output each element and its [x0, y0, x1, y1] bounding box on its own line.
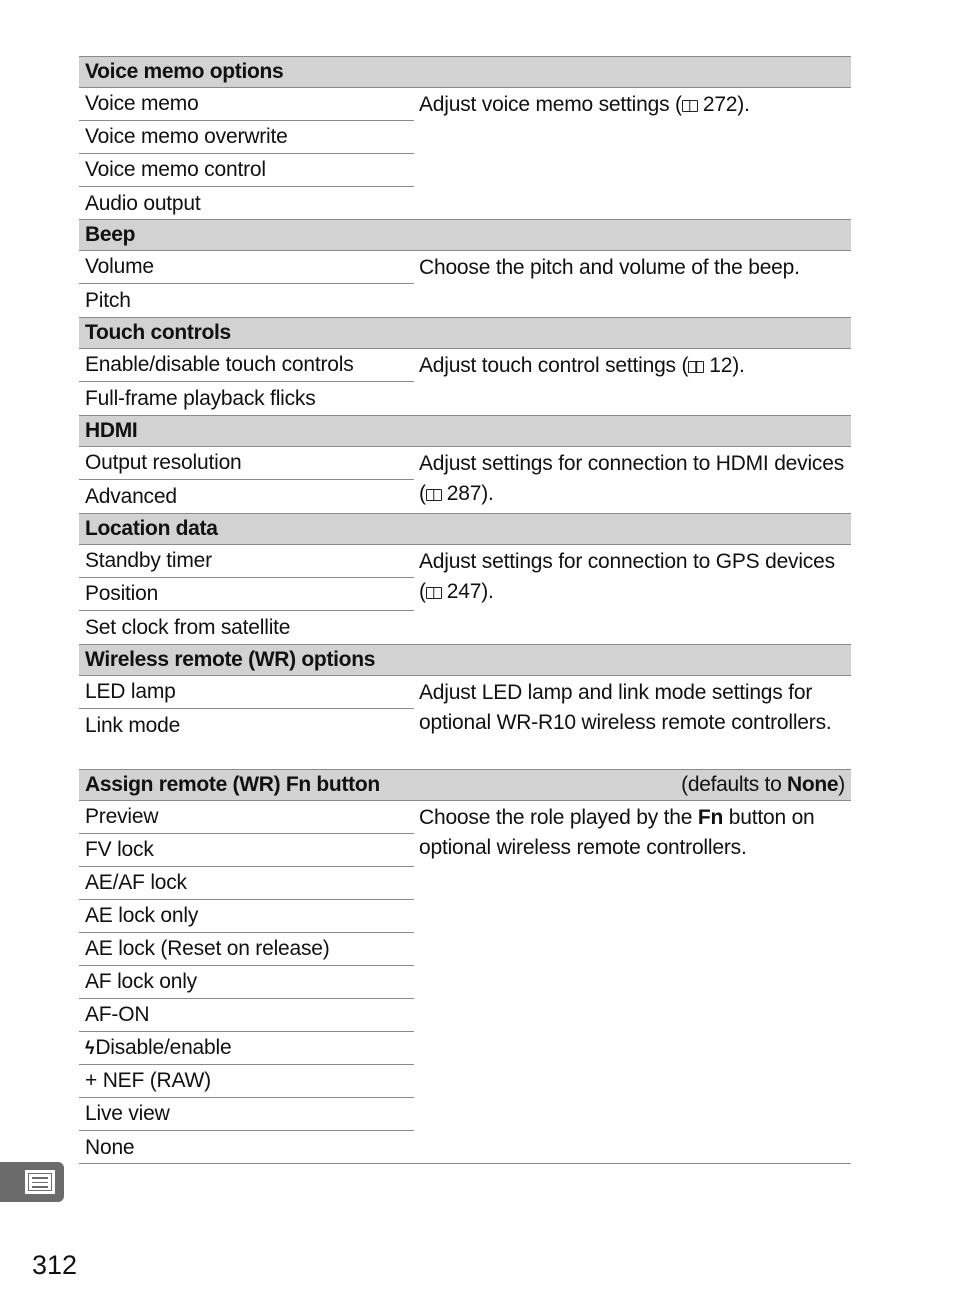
flash-icon: ϟ — [85, 1037, 95, 1058]
section-description: Adjust LED lamp and link mode settings f… — [419, 681, 832, 734]
table-row: Enable/disable touch controls — [79, 349, 414, 382]
table-row: Full-frame playback flicks — [85, 386, 316, 410]
table-row: None — [85, 1135, 135, 1159]
book-reference-icon — [425, 587, 442, 599]
page-reference: 247 — [446, 580, 482, 603]
table-row: Standby timer — [79, 545, 414, 578]
table-row: Voice memo overwrite — [79, 121, 414, 154]
table-row: AF-ON — [79, 999, 414, 1032]
section-title: Location data — [85, 517, 218, 540]
table-row: + NEF (RAW) — [79, 1065, 414, 1098]
section-body: Voice memo Voice memo overwrite Voice me… — [79, 88, 851, 219]
page-reference: 287 — [446, 482, 482, 505]
book-reference-icon — [425, 489, 442, 501]
section-header-voice-memo-options: Voice memo options — [79, 56, 851, 88]
table-row: Pitch — [85, 288, 131, 312]
section-body: Preview FV lock AE/AF lock AE lock only … — [79, 801, 851, 1164]
section-title: Beep — [85, 223, 136, 246]
table-row: FV lock — [79, 834, 414, 867]
table-row: Audio output — [85, 191, 201, 215]
section-description: Adjust voice memo settings (272). — [419, 93, 750, 116]
table-row: Live view — [79, 1098, 414, 1131]
section-title: Voice memo options — [85, 60, 284, 83]
section-title: HDMI — [85, 419, 138, 442]
page-number: 312 — [32, 1250, 78, 1280]
section-description: Choose the role played by the Fn button … — [419, 806, 815, 859]
page-reference: 12 — [709, 354, 733, 377]
table-row: LED lamp — [79, 676, 414, 709]
section-body: Standby timer Position Set clock from sa… — [79, 545, 851, 644]
table-row: Advanced — [85, 484, 177, 508]
menu-settings-table: Voice memo options Voice memo Voice memo… — [79, 56, 851, 1164]
section-title: Touch controls — [85, 321, 231, 344]
table-row: Voice memo control — [79, 154, 414, 187]
section-body: Output resolution Advanced Adjust settin… — [79, 447, 851, 513]
section-description: Adjust touch control settings (12). — [419, 354, 745, 377]
section-header-hdmi: HDMI — [79, 415, 851, 447]
section-body: LED lamp Link mode Adjust LED lamp and l… — [79, 676, 851, 769]
section-header-touch-controls: Touch controls — [79, 317, 851, 349]
section-description: Adjust settings for connection to GPS de… — [419, 550, 835, 603]
menu-guide-tab[interactable] — [0, 1162, 64, 1202]
table-row: AE lock only — [79, 900, 414, 933]
table-row: AF lock only — [79, 966, 414, 999]
page-reference: 272 — [702, 93, 738, 116]
table-row: Link mode — [85, 713, 181, 737]
book-reference-icon — [681, 100, 698, 112]
table-row: Position — [79, 578, 414, 611]
section-body: Enable/disable touch controls Full-frame… — [79, 349, 851, 415]
table-row: Set clock from satellite — [85, 615, 291, 639]
section-description: Adjust settings for connection to HDMI d… — [419, 452, 845, 505]
section-body: Volume Pitch Choose the pitch and volume… — [79, 251, 851, 317]
book-reference-icon — [688, 361, 705, 373]
menu-list-icon — [25, 1170, 55, 1194]
table-row: Volume — [79, 251, 414, 284]
fn-button-label: Fn — [697, 806, 724, 829]
section-title: Assign remote (WR) Fn button — [85, 773, 380, 796]
table-row: Output resolution — [79, 447, 414, 480]
section-header-beep: Beep — [79, 219, 851, 251]
section-header-assign-remote-fn-button: Assign remote (WR) Fn button (defaults t… — [79, 769, 851, 801]
table-row: Preview — [79, 801, 414, 834]
table-row: AE/AF lock — [79, 867, 414, 900]
table-row: AE lock (Reset on release) — [79, 933, 414, 966]
section-header-wireless-remote-options: Wireless remote (WR) options — [79, 644, 851, 676]
table-row: Voice memo — [79, 88, 414, 121]
section-title: Wireless remote (WR) options — [85, 648, 376, 671]
default-value: None — [786, 773, 839, 796]
section-header-location-data: Location data — [79, 513, 851, 545]
section-description: Choose the pitch and volume of the beep. — [419, 256, 800, 279]
default-value-note: (defaults to None) — [681, 773, 845, 796]
table-row: ϟ Disable/enable — [79, 1032, 414, 1065]
